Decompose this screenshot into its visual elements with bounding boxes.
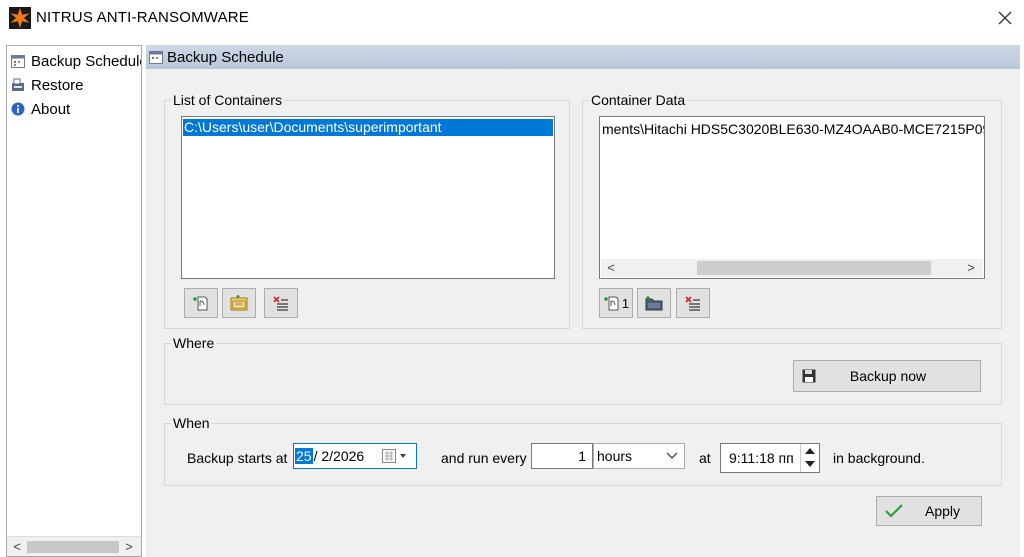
- main-panel: Backup Schedule List of Containers C:\Us…: [146, 45, 1020, 557]
- remove-data-button[interactable]: [676, 288, 710, 318]
- container-data-group: Container Data ments\Hitachi HDS5C3020BL…: [582, 92, 1002, 329]
- time-spinner[interactable]: [800, 444, 819, 472]
- window-title: NITRUS ANTI-RANSOMWARE: [36, 9, 250, 26]
- title-bar: NITRUS ANTI-RANSOMWARE: [0, 0, 1024, 36]
- remove-container-button[interactable]: [264, 288, 298, 318]
- container-data-group-label: Container Data: [589, 92, 688, 108]
- add-folder-icon: [645, 296, 663, 311]
- time-picker[interactable]: 9:11:18 пп: [720, 443, 820, 473]
- interval-unit-value: hours: [597, 448, 633, 464]
- sidebar-item-restore[interactable]: Restore: [11, 74, 84, 96]
- apply-label: Apply: [925, 503, 961, 519]
- restore-icon: [11, 78, 25, 92]
- backup-now-button[interactable]: Backup now: [793, 360, 981, 392]
- container-data-scrollbar[interactable]: < >: [601, 259, 983, 277]
- calendar-dropdown-icon[interactable]: [382, 449, 410, 463]
- containers-group-label: List of Containers: [171, 92, 284, 108]
- open-folder-button[interactable]: [222, 288, 256, 318]
- containers-group: List of Containers C:\Users\user\Documen…: [164, 92, 570, 329]
- backup-now-label: Backup now: [849, 368, 927, 384]
- scroll-left-button[interactable]: <: [603, 260, 619, 276]
- date-rest-field[interactable]: / 2/2026: [314, 448, 365, 464]
- starts-at-label: Backup starts at: [187, 450, 288, 466]
- scroll-right-button[interactable]: >: [121, 539, 137, 555]
- add-container-icon: [193, 296, 208, 311]
- sidebar: Backup Schedule Restore About < >: [6, 45, 142, 557]
- sidebar-scrollbar[interactable]: < >: [7, 536, 141, 556]
- panel-title: Backup Schedule: [167, 48, 284, 66]
- sidebar-item-backup-schedule[interactable]: Backup Schedule: [11, 50, 142, 72]
- add-disk-count: 1: [621, 295, 630, 311]
- apply-button[interactable]: Apply: [876, 496, 982, 526]
- close-button[interactable]: [990, 4, 1020, 32]
- remove-list-icon: [685, 296, 700, 311]
- container-data-listbox[interactable]: ments\Hitachi HDS5C3020BLE630-MZ4OAAB0-M…: [599, 116, 985, 279]
- panel-header: Backup Schedule: [146, 45, 1020, 69]
- time-value[interactable]: 9:11:18 пп: [729, 450, 793, 466]
- add-container-button[interactable]: [184, 288, 218, 318]
- run-every-label: and run every: [441, 450, 527, 466]
- interval-unit-select[interactable]: hours: [593, 443, 685, 469]
- info-icon: [11, 102, 25, 116]
- list-item[interactable]: C:\Users\user\Documents\superimportant: [183, 119, 553, 136]
- app-logo-icon: [9, 7, 31, 29]
- add-disk-icon: [603, 296, 619, 311]
- sidebar-item-about[interactable]: About: [11, 98, 70, 120]
- sidebar-item-label: Backup Schedule: [31, 52, 142, 70]
- date-day-field[interactable]: 25: [295, 448, 313, 464]
- list-item[interactable]: ments\Hitachi HDS5C3020BLE630-MZ4OAAB0-M…: [602, 121, 984, 137]
- calendar-icon: [149, 50, 163, 64]
- floppy-disk-icon: [802, 369, 816, 383]
- at-label: at: [699, 450, 711, 466]
- scroll-right-button[interactable]: >: [963, 260, 979, 276]
- close-icon: [998, 11, 1012, 25]
- chevron-down-icon: [666, 452, 678, 459]
- where-group-label: Where: [171, 335, 217, 351]
- sidebar-item-label: Restore: [31, 76, 84, 94]
- sidebar-item-label: About: [31, 100, 71, 118]
- scrollbar-thumb[interactable]: [697, 261, 931, 275]
- containers-listbox[interactable]: C:\Users\user\Documents\superimportant: [181, 116, 555, 279]
- checkmark-icon: [885, 504, 903, 518]
- background-label: in background.: [833, 450, 925, 466]
- where-group: Where Backup now: [164, 335, 1002, 405]
- spin-up-icon[interactable]: [805, 448, 815, 454]
- add-disk-button[interactable]: 1: [599, 288, 633, 318]
- scrollbar-thumb[interactable]: [27, 541, 119, 553]
- start-date-picker[interactable]: 25 / 2/2026: [293, 443, 417, 469]
- add-folder-button[interactable]: [637, 288, 671, 318]
- open-folder-icon: [230, 295, 248, 311]
- when-group-label: When: [171, 415, 212, 431]
- scroll-left-button[interactable]: <: [9, 539, 25, 555]
- interval-input[interactable]: 1: [531, 443, 593, 469]
- calendar-icon: [11, 54, 25, 68]
- remove-list-icon: [273, 296, 288, 311]
- when-group: When Backup starts at 25 / 2/2026 and ru…: [164, 415, 1002, 486]
- spin-down-icon[interactable]: [805, 461, 815, 467]
